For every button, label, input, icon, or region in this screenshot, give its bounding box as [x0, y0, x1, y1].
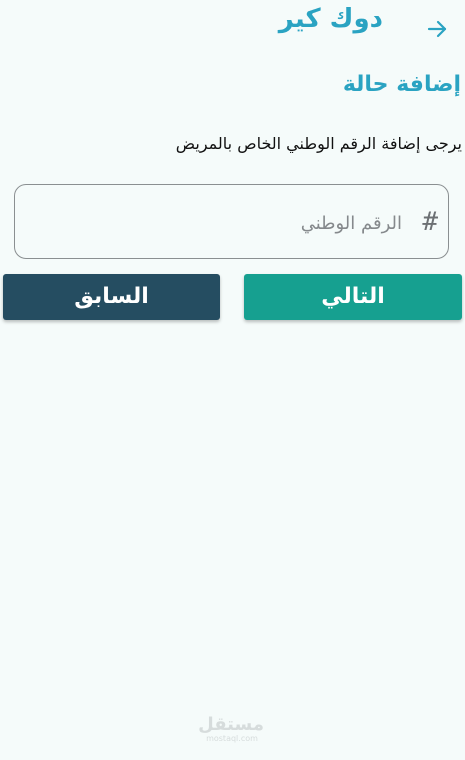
national-id-input[interactable]: [30, 199, 404, 247]
add-case-screen: دوك كير إضافة حالة يرجى إضافة الرقم الوط…: [0, 0, 465, 760]
national-id-field[interactable]: #: [14, 184, 449, 259]
watermark-url: mostaql.com: [206, 734, 258, 743]
watermark-logo: مستقل mostaql.com: [198, 714, 264, 744]
app-header: دوك كير: [0, 0, 465, 60]
hash-icon: #: [422, 207, 438, 237]
watermark-text: مستقل: [198, 714, 264, 735]
app-title: دوك كير: [278, 4, 383, 34]
section-title: إضافة حالة: [342, 72, 461, 97]
previous-button[interactable]: السابق: [3, 274, 220, 320]
instruction-text: يرجى إضافة الرقم الوطني الخاص بالمريض: [175, 134, 462, 153]
arrow-right-icon[interactable]: [425, 16, 449, 40]
next-button[interactable]: التالي: [244, 274, 462, 320]
